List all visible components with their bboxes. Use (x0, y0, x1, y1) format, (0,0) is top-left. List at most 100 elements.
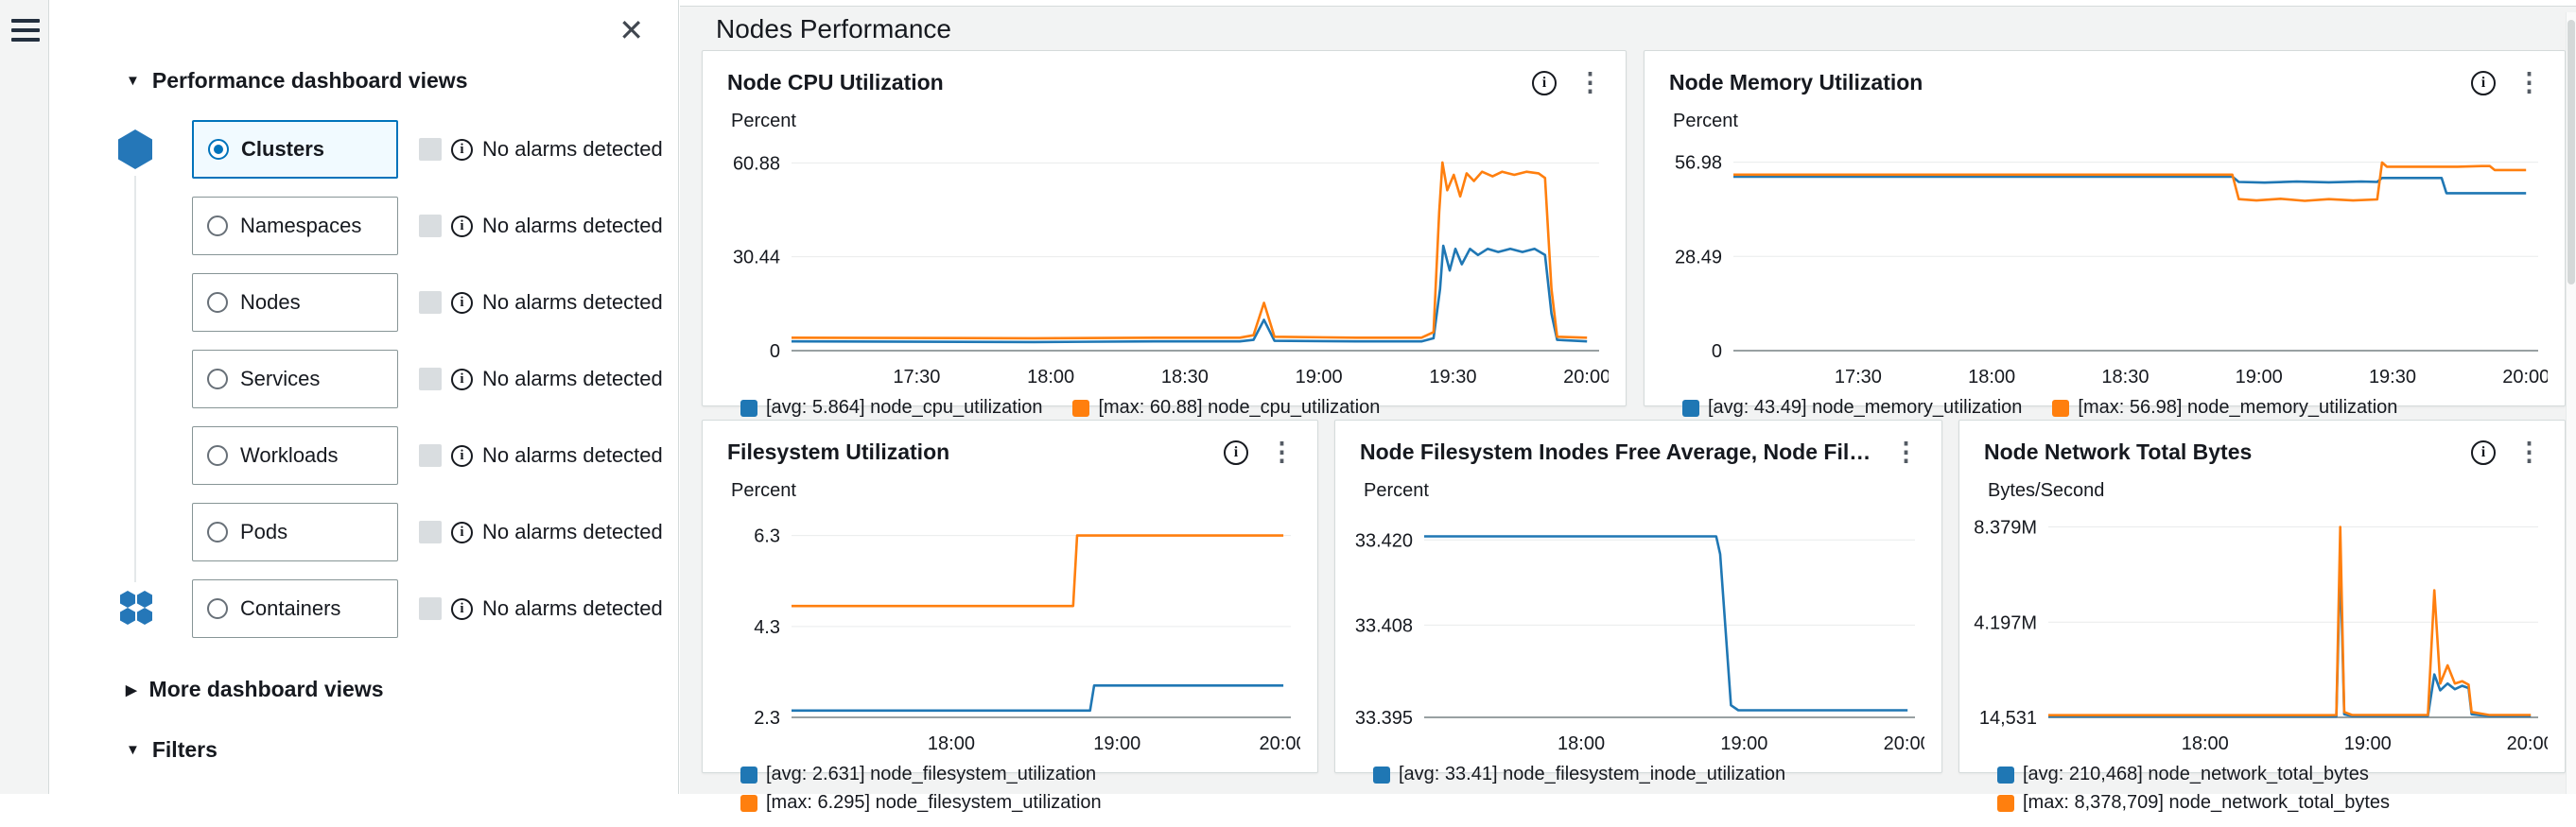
chart-card-node-memory-utilization: Node Memory Utilization i ⋮ Percent 56.9… (1644, 50, 2566, 406)
legend-entry[interactable]: [avg: 2.631] node_filesystem_utilization (740, 764, 1096, 785)
info-icon: i (451, 139, 473, 161)
view-option-namespaces[interactable]: Namespaces (192, 197, 398, 255)
axis-unit-label: Percent (703, 465, 1317, 502)
view-option-workloads[interactable]: Workloads (192, 426, 398, 485)
chart-card-node-filesystem-inodes: Node Filesystem Inodes Free Average, Nod… (1334, 420, 1942, 773)
svg-text:14,531: 14,531 (1979, 708, 2037, 729)
legend-row: [avg: 210,468] node_network_total_bytes (1997, 764, 2546, 785)
vertical-scrollbar[interactable] (2566, 12, 2576, 794)
hamburger-menu-icon[interactable] (11, 19, 40, 43)
info-icon[interactable]: i (1224, 440, 1248, 465)
chart-title: Node Filesystem Inodes Free Average, Nod… (1360, 439, 1880, 465)
svg-text:17:30: 17:30 (893, 367, 940, 388)
scrollbar-thumb[interactable] (2567, 20, 2575, 284)
chart-title: Node CPU Utilization (727, 70, 1519, 95)
kebab-menu-icon[interactable]: ⋮ (1269, 439, 1295, 465)
info-icon[interactable]: i (2471, 71, 2496, 95)
legend-entry[interactable]: [avg: 33.41] node_filesystem_inode_utili… (1373, 764, 1785, 785)
legend-label: [avg: 210,468] node_network_total_bytes (2023, 764, 2369, 785)
legend-swatch-icon (1682, 400, 1699, 417)
svg-text:20:00: 20:00 (2507, 733, 2548, 754)
legend-entry[interactable]: [avg: 210,468] node_network_total_bytes (1997, 764, 2369, 785)
legend-swatch-icon (1072, 400, 1089, 417)
svg-text:30.44: 30.44 (733, 248, 780, 268)
line-chart[interactable]: 8.379M4.197M14,53118:0019:0020:00 (1967, 504, 2548, 762)
view-option-label: Containers (240, 596, 340, 621)
svg-text:18:30: 18:30 (1161, 367, 1209, 388)
legend-swatch-icon (740, 795, 757, 812)
radio-icon (207, 445, 228, 466)
section-filters[interactable]: ▼ Filters (126, 737, 218, 763)
line-chart[interactable]: 33.42033.40833.39518:0019:0020:00 (1343, 504, 1924, 762)
alarm-status: i No alarms detected (419, 367, 663, 391)
containers-hexagons-icon (116, 588, 156, 632)
svg-text:20:00: 20:00 (2502, 367, 2548, 388)
kebab-menu-icon[interactable]: ⋮ (2516, 439, 2542, 465)
legend-row: [avg: 43.49] node_memory_utilization [max… (1682, 397, 2546, 419)
chart-legend: [avg: 210,468] node_network_total_bytes [… (1959, 762, 2565, 827)
chart-title: Node Network Total Bytes (1984, 439, 2458, 465)
svg-text:0: 0 (1712, 341, 1722, 362)
info-icon: i (451, 598, 473, 620)
view-row-services: Services i No alarms detected (192, 350, 663, 408)
legend-entry[interactable]: [max: 60.88] node_cpu_utilization (1072, 397, 1380, 419)
view-option-label: Nodes (240, 290, 301, 315)
view-row-containers: Containers i No alarms detected (192, 579, 663, 638)
chart-title: Filesystem Utilization (727, 439, 1210, 465)
legend-entry[interactable]: [max: 6.295] node_filesystem_utilization (740, 792, 1102, 814)
alarm-text: No alarms detected (482, 367, 663, 391)
alarm-color-swatch (419, 597, 442, 620)
alarm-color-swatch (419, 138, 442, 161)
svg-text:18:30: 18:30 (2101, 367, 2149, 388)
axis-unit-label: Percent (1645, 95, 2565, 132)
view-option-containers[interactable]: Containers (192, 579, 398, 638)
main-content: Nodes Performance Node CPU Utilization i… (680, 6, 2576, 794)
svg-text:20:00: 20:00 (1260, 733, 1300, 754)
kebab-menu-icon[interactable]: ⋮ (1893, 439, 1919, 465)
section-performance-dashboard-views[interactable]: ▼ Performance dashboard views (126, 68, 467, 94)
info-icon[interactable]: i (1532, 71, 1557, 95)
radio-icon (207, 598, 228, 619)
svg-text:20:00: 20:00 (1563, 367, 1609, 388)
line-chart[interactable]: 60.8830.44017:3018:0018:3019:0019:3020:0… (710, 134, 1609, 395)
legend-swatch-icon (740, 767, 757, 784)
kebab-menu-icon[interactable]: ⋮ (2516, 70, 2542, 95)
alarm-status: i No alarms detected (419, 137, 663, 162)
legend-entry[interactable]: [max: 56.98] node_memory_utilization (2052, 397, 2397, 419)
legend-label: [avg: 33.41] node_filesystem_inode_utili… (1399, 764, 1785, 785)
dashboard-view-list: Clusters i No alarms detected Namespaces… (192, 120, 663, 638)
chart-card-filesystem-utilization: Filesystem Utilization i ⋮ Percent 6.34.… (702, 420, 1318, 773)
svg-text:19:00: 19:00 (2236, 367, 2283, 388)
view-option-nodes[interactable]: Nodes (192, 273, 398, 332)
tree-connector-line (134, 176, 136, 582)
line-chart[interactable]: 6.34.32.318:0019:0020:00 (710, 504, 1300, 762)
section-more-dashboard-views[interactable]: ▶ More dashboard views (126, 677, 384, 702)
kebab-menu-icon[interactable]: ⋮ (1577, 70, 1603, 95)
radio-icon (207, 292, 228, 313)
legend-entry[interactable]: [avg: 5.864] node_cpu_utilization (740, 397, 1042, 419)
nav-rail (0, 0, 49, 794)
svg-text:19:30: 19:30 (2369, 367, 2416, 388)
view-option-pods[interactable]: Pods (192, 503, 398, 561)
axis-unit-label: Percent (703, 95, 1626, 132)
section-title: Performance dashboard views (152, 68, 468, 94)
alarm-text: No alarms detected (482, 443, 663, 468)
legend-row: [avg: 5.864] node_cpu_utilization [max: 6… (740, 397, 1607, 419)
legend-row: [avg: 2.631] node_filesystem_utilization (740, 764, 1298, 785)
radio-icon (207, 215, 228, 236)
legend-entry[interactable]: [max: 8,378,709] node_network_total_byte… (1997, 792, 2390, 814)
legend-label: [max: 56.98] node_memory_utilization (2078, 397, 2397, 419)
radio-icon (207, 522, 228, 543)
view-option-services[interactable]: Services (192, 350, 398, 408)
info-icon[interactable]: i (2471, 440, 2496, 465)
close-icon[interactable]: ✕ (618, 15, 644, 45)
legend-row: [max: 8,378,709] node_network_total_byte… (1997, 792, 2546, 814)
legend-label: [avg: 5.864] node_cpu_utilization (766, 397, 1042, 419)
legend-entry[interactable]: [avg: 43.49] node_memory_utilization (1682, 397, 2022, 419)
chevron-down-icon: ▼ (126, 73, 140, 89)
view-option-clusters[interactable]: Clusters (192, 120, 398, 179)
legend-label: [max: 6.295] node_filesystem_utilization (766, 792, 1102, 814)
svg-text:60.88: 60.88 (733, 153, 780, 174)
alarm-color-swatch (419, 368, 442, 390)
line-chart[interactable]: 56.9828.49017:3018:0018:3019:0019:3020:0… (1652, 134, 2548, 395)
